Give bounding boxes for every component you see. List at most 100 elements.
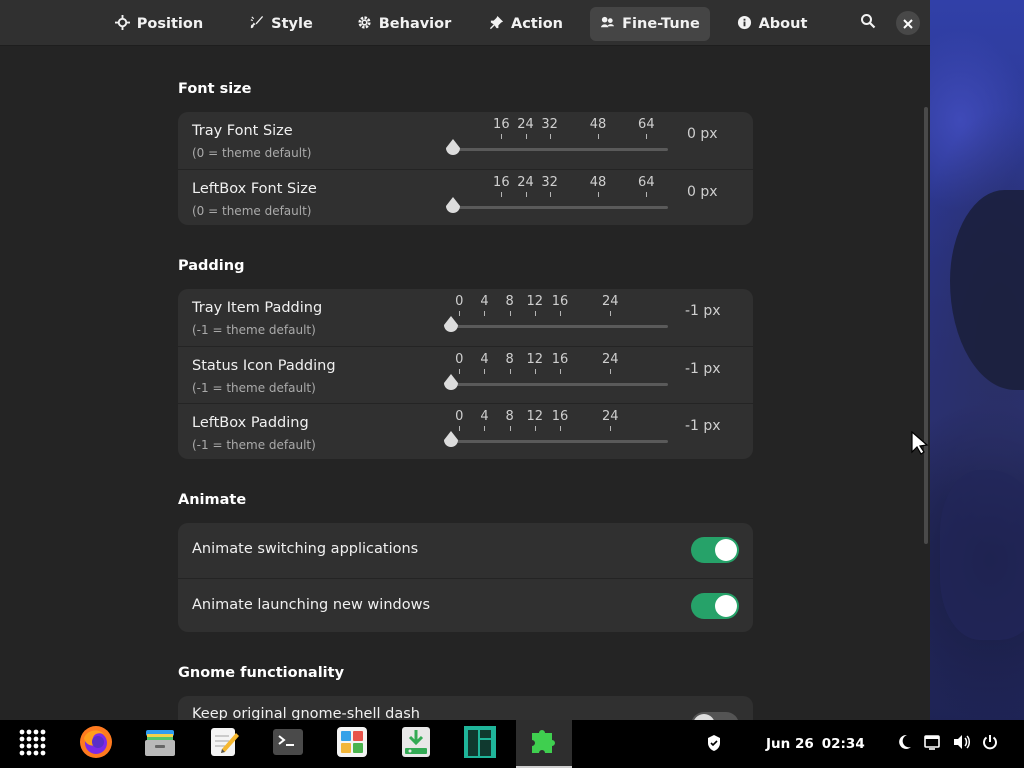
firefox-launcher[interactable] xyxy=(68,720,124,768)
slider-marks: 0 4 8 12 16 24 xyxy=(178,289,753,345)
taskbar: Jun 26 02:34 xyxy=(0,720,1024,768)
app-grid-button[interactable] xyxy=(4,720,60,768)
slider-mark-label: 0 xyxy=(455,409,464,424)
slider-mark-tick xyxy=(525,134,527,139)
row-title: Animate switching applications xyxy=(192,541,419,557)
slider-mark-tick xyxy=(534,426,536,431)
slider-mark-tick xyxy=(549,192,551,197)
slider-handle[interactable] xyxy=(441,315,461,335)
section-title-font-size: Font size xyxy=(178,81,252,97)
mouse-pointer-icon xyxy=(910,430,930,455)
toggle-switch[interactable] xyxy=(691,537,739,563)
slider-mark-label: 4 xyxy=(480,294,489,309)
app-grid-icon xyxy=(18,728,46,760)
slider-mark-label: 64 xyxy=(638,175,655,190)
slider-mark-label: 24 xyxy=(517,175,534,190)
slider-marks: 16 24 32 48 64 xyxy=(178,112,753,168)
row-title: Animate launching new windows xyxy=(192,597,430,613)
slider-mark-label: 24 xyxy=(517,117,534,132)
text-editor-launcher[interactable] xyxy=(196,720,252,768)
files-icon xyxy=(142,724,178,764)
slider-mark-tick xyxy=(501,134,503,139)
slider-mark-tick xyxy=(559,311,561,316)
header-bar: Position Style Behavior Action Fine-Tune… xyxy=(0,0,930,46)
tune-icon xyxy=(600,15,615,34)
animate-switching-row[interactable]: Animate switching applications xyxy=(178,523,753,577)
manjaro-launcher[interactable] xyxy=(452,720,508,768)
slider-mark-tick xyxy=(610,311,612,316)
toggle-switch[interactable] xyxy=(691,712,739,720)
scrollbar[interactable] xyxy=(924,107,928,544)
installer-launcher[interactable] xyxy=(388,720,444,768)
close-icon xyxy=(903,14,913,33)
terminal-launcher[interactable] xyxy=(260,720,316,768)
files-launcher[interactable] xyxy=(132,720,188,768)
slider-mark-label: 0 xyxy=(455,352,464,367)
section-title-gnome: Gnome functionality xyxy=(178,665,345,681)
slider-mark-label: 16 xyxy=(551,352,569,367)
slider-mark-tick xyxy=(610,369,612,374)
tray-font-size-row: Tray Font Size (0 = theme default) 16 24 3… xyxy=(178,112,753,168)
slider-track[interactable] xyxy=(453,325,668,328)
tab-about[interactable]: About xyxy=(730,7,814,41)
slider-mark-label: 64 xyxy=(638,117,655,132)
software-launcher[interactable] xyxy=(324,720,380,768)
search-button[interactable] xyxy=(856,11,880,35)
clock[interactable]: Jun 26 02:34 xyxy=(766,736,865,752)
slider-track[interactable] xyxy=(453,440,668,443)
toggle-switch[interactable] xyxy=(691,593,739,619)
preferences-window: Position Style Behavior Action Fine-Tune… xyxy=(0,0,930,720)
slider-handle[interactable] xyxy=(443,196,463,216)
slider-mark-label: 8 xyxy=(505,294,514,309)
slider-mark-label: 4 xyxy=(480,409,489,424)
slider-mark-label: 4 xyxy=(480,352,489,367)
slider-mark-label: 24 xyxy=(602,352,619,367)
font-size-group: Tray Font Size (0 = theme default) 16 24 3… xyxy=(178,112,753,225)
slider-mark-label: 24 xyxy=(602,409,619,424)
tab-fine-tune[interactable]: Fine-Tune xyxy=(590,7,710,41)
tray-item-padding-row: Tray Item Padding (-1 = theme default) 0… xyxy=(178,289,753,345)
tab-behavior[interactable]: Behavior xyxy=(350,7,458,41)
keep-dash-row[interactable]: Keep original gnome-shell dash xyxy=(178,696,753,720)
slider-mark-tick xyxy=(559,369,561,374)
slider-mark-label: 8 xyxy=(505,352,514,367)
tab-label: Action xyxy=(510,16,563,32)
slider-value: -1 px xyxy=(685,418,721,434)
night-mode-icon[interactable] xyxy=(896,734,914,752)
wallpaper-shape xyxy=(940,470,1024,640)
slider-mark-label: 24 xyxy=(602,294,619,309)
slider-mark-tick xyxy=(610,426,612,431)
slider-track[interactable] xyxy=(453,206,668,209)
slider-mark-tick xyxy=(646,192,648,197)
slider-mark-tick xyxy=(559,426,561,431)
settings-scroll-area[interactable]: Font size Tray Font Size (0 = theme defa… xyxy=(0,47,930,720)
tab-label: About xyxy=(758,16,808,32)
slider-track[interactable] xyxy=(453,148,668,151)
slider-handle[interactable] xyxy=(443,138,463,158)
slider-mark-label: 8 xyxy=(505,409,514,424)
close-button[interactable] xyxy=(896,11,920,35)
slider-track[interactable] xyxy=(453,383,668,386)
slider-handle[interactable] xyxy=(441,373,461,393)
volume-icon[interactable] xyxy=(953,734,971,752)
slider-mark-label: 16 xyxy=(551,294,569,309)
brush-icon xyxy=(249,15,264,34)
animate-launching-row[interactable]: Animate launching new windows xyxy=(178,578,753,632)
power-icon[interactable] xyxy=(982,734,1000,752)
slider-mark-tick xyxy=(509,311,511,316)
display-icon[interactable] xyxy=(924,734,942,752)
toggle-thumb xyxy=(715,539,737,561)
section-title-padding: Padding xyxy=(178,258,245,274)
animate-group: Animate switching applications Animate l… xyxy=(178,523,753,632)
toggle-thumb xyxy=(715,595,737,617)
extensions-launcher[interactable] xyxy=(516,720,572,768)
slider-mark-tick xyxy=(484,369,486,374)
tab-style[interactable]: Style xyxy=(240,7,322,41)
tab-action[interactable]: Action xyxy=(481,7,571,41)
shield-icon[interactable] xyxy=(706,734,724,752)
tab-position[interactable]: Position xyxy=(104,7,214,41)
slider-handle[interactable] xyxy=(441,430,461,450)
slider-mark-label: 32 xyxy=(541,117,558,132)
time-label: 02:34 xyxy=(821,736,865,752)
slider-mark-tick xyxy=(534,369,536,374)
